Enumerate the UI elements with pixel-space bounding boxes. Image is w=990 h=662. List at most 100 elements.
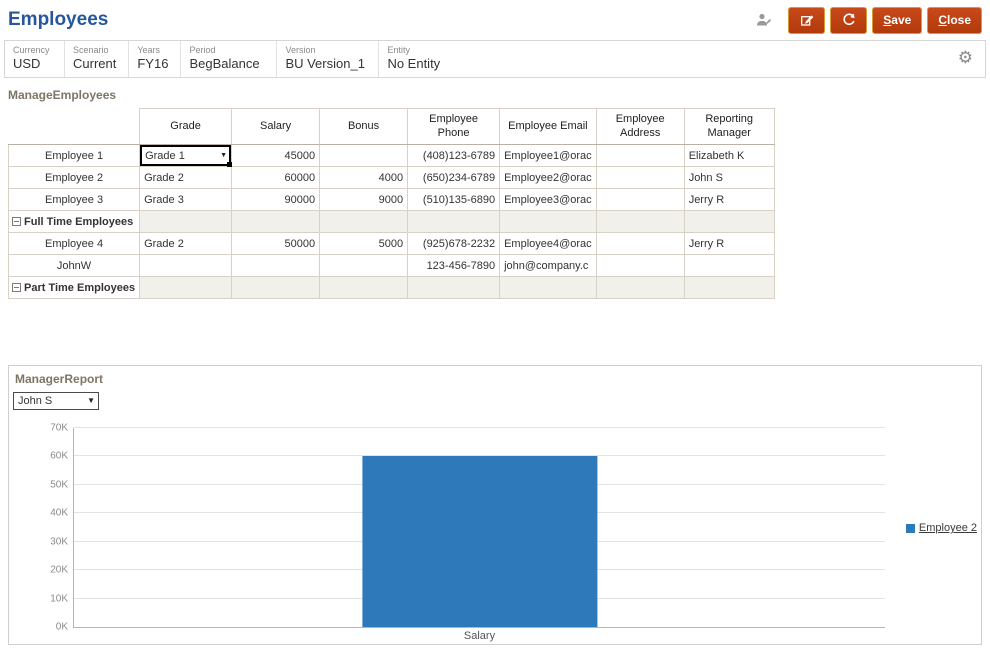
column-header[interactable]: Bonus: [319, 108, 409, 145]
grid-cell[interactable]: [407, 276, 501, 299]
manager-select[interactable]: John S ▼: [13, 392, 99, 410]
grid-cell[interactable]: [595, 210, 685, 233]
gear-icon[interactable]: ⚙: [958, 49, 973, 66]
pov-dimension-value[interactable]: Current: [73, 56, 116, 71]
grid-cell[interactable]: [683, 210, 775, 233]
grid-cell[interactable]: (408)123-6789: [407, 144, 501, 167]
grid-cell[interactable]: [319, 276, 409, 299]
grid-row: Part Time Employees: [7, 276, 775, 299]
close-button[interactable]: Close: [927, 6, 982, 34]
member-row-header: Employee 3: [7, 188, 141, 211]
grid-cell[interactable]: Employee1@orac: [499, 144, 597, 167]
grid-cell[interactable]: Grade 1 ▼: [139, 144, 233, 167]
grid-cell[interactable]: [139, 210, 233, 233]
grid-cell[interactable]: [407, 210, 501, 233]
grid-cell[interactable]: 4000: [319, 166, 409, 189]
y-tick-label: 10K: [50, 593, 68, 605]
pov-dimension-value[interactable]: No Entity: [387, 56, 487, 71]
grid-cell[interactable]: (510)135-6890: [407, 188, 501, 211]
collapse-icon[interactable]: [12, 216, 21, 226]
page-title: Employees: [8, 9, 109, 30]
total-row-header[interactable]: Part Time Employees: [7, 276, 141, 299]
grid-cell[interactable]: 50000: [231, 232, 321, 255]
y-tick-label: 70K: [50, 422, 68, 434]
grid-cell[interactable]: John S: [683, 166, 775, 189]
chart-legend[interactable]: Employee 2: [905, 522, 977, 534]
column-header[interactable]: Employee Email: [499, 108, 597, 145]
edit-button[interactable]: [788, 6, 826, 34]
grid-cell[interactable]: [683, 254, 775, 277]
grid-cell[interactable]: [683, 276, 775, 299]
grid-cell[interactable]: 123-456-7890: [407, 254, 501, 277]
grade-dropdown[interactable]: Grade 1 ▼: [140, 145, 233, 167]
pov-dimension-value[interactable]: BegBalance: [189, 56, 264, 71]
grid-corner-cell: [8, 108, 141, 145]
grid-cell[interactable]: [499, 210, 597, 233]
row-header-label: Employee 4: [44, 237, 104, 250]
column-header[interactable]: Employee Phone: [407, 108, 501, 145]
grid-row: Employee 1 Grade 1 ▼ 45000 (408)123-6789 Empl…: [7, 144, 775, 167]
row-header-label: Full Time Employees: [24, 215, 134, 228]
chart-bar: [361, 456, 598, 627]
grid-cell[interactable]: [499, 276, 597, 299]
grid-cell[interactable]: [595, 232, 685, 255]
grid-cell[interactable]: Elizabeth K: [683, 144, 775, 167]
grid-cell[interactable]: john@company.c: [499, 254, 597, 277]
grid-cell[interactable]: Grade 3: [139, 188, 233, 211]
chart-plot: Salary 0K 10K 20K 30K 40K 50K 60K 70K: [50, 423, 885, 642]
grid-cell[interactable]: [319, 210, 409, 233]
grid-cell[interactable]: Employee3@orac: [499, 188, 597, 211]
grid-cell[interactable]: [231, 254, 321, 277]
pov-dimension-value[interactable]: FY16: [137, 56, 168, 71]
grid-cell[interactable]: [139, 254, 233, 277]
grid-cell[interactable]: [319, 144, 409, 167]
grid-cell[interactable]: 9000: [319, 188, 409, 211]
row-header-label: JohnW: [56, 259, 92, 272]
grid-cell[interactable]: [595, 276, 685, 299]
grid-cell[interactable]: Grade 2: [139, 166, 233, 189]
user-edit-icon[interactable]: [754, 12, 773, 28]
save-button[interactable]: Save: [872, 6, 923, 34]
row-header-label: Employee 2: [44, 171, 104, 184]
grid-cell[interactable]: [595, 166, 685, 189]
collapse-icon[interactable]: [12, 282, 21, 292]
column-header[interactable]: Grade: [139, 108, 233, 145]
grid-row: Full Time Employees: [7, 210, 775, 233]
column-header[interactable]: Employee Address: [595, 108, 685, 145]
grid-cell[interactable]: [595, 254, 685, 277]
grid-cell[interactable]: (650)234-6789: [407, 166, 501, 189]
grid-cell[interactable]: [231, 276, 321, 299]
gridline: [74, 427, 885, 428]
grid-cell[interactable]: Jerry R: [683, 188, 775, 211]
grid-cell[interactable]: [319, 254, 409, 277]
chevron-down-icon: ▼: [220, 152, 228, 159]
grid-cell[interactable]: 60000: [231, 166, 321, 189]
pov-dimension-value[interactable]: BU Version_1: [285, 56, 366, 71]
grid-cell[interactable]: [595, 144, 685, 167]
grid-cell[interactable]: [231, 210, 321, 233]
pov-dimension: Years FY16: [129, 41, 182, 77]
grid-cell[interactable]: 45000: [231, 144, 321, 167]
grid-cell[interactable]: 5000: [319, 232, 409, 255]
grid-cell[interactable]: Employee2@orac: [499, 166, 597, 189]
grid-cell[interactable]: 90000: [231, 188, 321, 211]
grid-cell[interactable]: Jerry R: [683, 232, 775, 255]
refresh-button[interactable]: [830, 6, 868, 34]
grid-cell[interactable]: Employee4@orac: [499, 232, 597, 255]
total-row-header[interactable]: Full Time Employees: [7, 210, 141, 233]
chevron-down-icon: ▼: [87, 396, 95, 405]
grid-row: Employee 4 Grade 2 50000 5000 (925)678-2232 E…: [7, 232, 775, 255]
toolbar: Save Close: [754, 6, 982, 34]
grade-dropdown-value: Grade 1: [145, 149, 185, 162]
pov-dimension: Period BegBalance: [181, 41, 278, 77]
pov-dimension-value[interactable]: USD: [13, 56, 52, 71]
grid-cell[interactable]: Grade 2: [139, 232, 233, 255]
grid-cell[interactable]: [595, 188, 685, 211]
grid-cell[interactable]: [139, 276, 233, 299]
grid-row: JohnW 123-456-7890 john@company.c: [7, 254, 775, 277]
column-header[interactable]: Reporting Manager: [683, 108, 775, 145]
data-grid: Grade Salary Bonus Employee Phone Employee E…: [7, 108, 775, 299]
legend-swatch: [905, 523, 915, 533]
grid-cell[interactable]: (925)678-2232: [407, 232, 501, 255]
column-header[interactable]: Salary: [231, 108, 321, 145]
